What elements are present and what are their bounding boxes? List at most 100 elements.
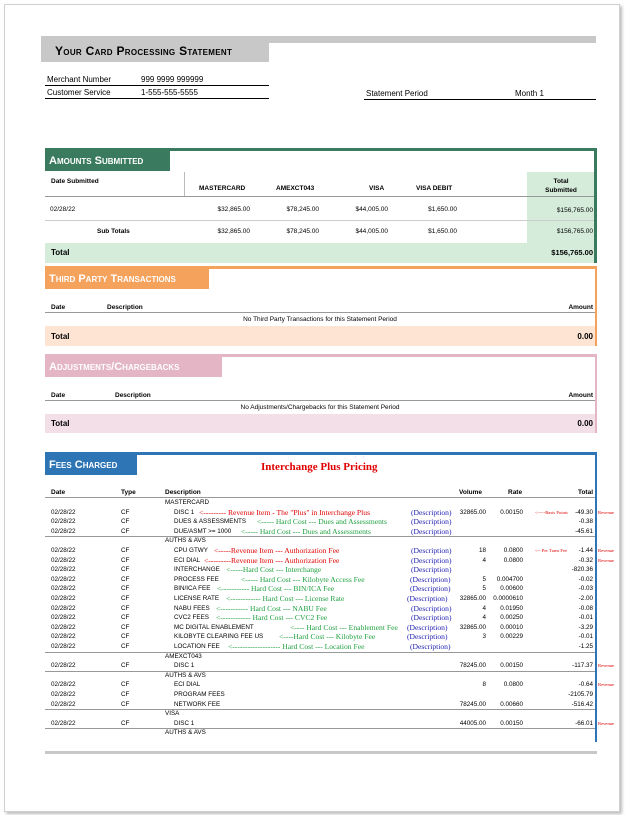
col-amexct043: AMEXCT043 bbox=[276, 185, 315, 192]
fees-group-row: AUTHS & AVS bbox=[45, 536, 595, 546]
amounts-total-value: $156,765.00 bbox=[551, 248, 593, 257]
merchant-number-value: 999 9999 999999 bbox=[141, 75, 204, 84]
fees-group-row: MASTERCARD bbox=[45, 498, 595, 508]
fees-row: 02/28/22 CF LICENSE RATE <------------ Hard… bbox=[45, 594, 595, 604]
fee-total: -3.29 bbox=[578, 623, 593, 631]
fee-total: -0.01 bbox=[578, 633, 593, 641]
third-party-right-rule bbox=[595, 266, 597, 346]
customer-service-value: 1-555-555-5555 bbox=[141, 88, 198, 97]
fees-col-volume: Volume bbox=[459, 489, 482, 496]
fee-total: -45.61 bbox=[575, 527, 593, 535]
amounts-right-rule bbox=[594, 148, 597, 263]
tp-total-value: 0.00 bbox=[577, 332, 593, 341]
fees-row: 02/28/22 CF NABU FEES <----------- Hard Cos… bbox=[45, 604, 595, 614]
fee-revenue-flag: Revenue bbox=[598, 720, 615, 726]
fees-row: 02/28/22 CF DISC 1 44005.00 0.00150 -66.01 Rev… bbox=[45, 719, 614, 729]
tp-total-bar bbox=[45, 326, 595, 346]
column-divider bbox=[184, 172, 185, 196]
row-mastercard: $32,865.00 bbox=[217, 206, 250, 213]
fees-col-rate: Rate bbox=[508, 489, 523, 496]
adj-total-value: 0.00 bbox=[577, 419, 593, 428]
adjustments-section-title: Adjustments/Chargebacks bbox=[45, 357, 222, 377]
fees-row: 02/28/22 CF DISC 1 78245.00 0.00150 -117.37 Re… bbox=[45, 661, 614, 671]
fees-group-row: AUTHS & AVS bbox=[45, 728, 595, 738]
page-bottom-rule bbox=[45, 751, 597, 754]
fee-revenue-flag: Revenue bbox=[598, 682, 615, 688]
fee-description: AUTHS & AVS bbox=[165, 729, 206, 737]
amounts-total-label: Total bbox=[51, 248, 70, 257]
fee-total: -0.08 bbox=[578, 604, 593, 612]
header-bottom-rule bbox=[269, 40, 596, 43]
merchant-number-label: Merchant Number bbox=[47, 75, 112, 84]
fee-total: -49.30 bbox=[575, 508, 593, 516]
subtotal-total: $156,765.00 bbox=[556, 228, 593, 235]
tp-col-date: Date bbox=[51, 304, 66, 311]
info-rule bbox=[45, 98, 269, 99]
col-visa: VISA bbox=[369, 185, 385, 192]
fees-col-total: Total bbox=[577, 489, 593, 496]
fee-total: -66.01 bbox=[575, 719, 593, 727]
pricing-note: Interchange Plus Pricing bbox=[261, 461, 378, 473]
subtotal-mastercard: $32,865.00 bbox=[217, 228, 250, 235]
fee-total: -0.38 bbox=[578, 518, 593, 526]
statement-title: Your Card Processing Statement bbox=[41, 40, 269, 62]
fees-col-date: Date bbox=[51, 489, 66, 496]
adj-col-date: Date bbox=[51, 392, 66, 399]
fee-total: -2105.79 bbox=[568, 691, 593, 698]
fee-total: -516.42 bbox=[571, 700, 593, 708]
fees-col-type: Type bbox=[121, 489, 136, 496]
fee-description: VISA bbox=[165, 710, 180, 718]
fee-description: MASTERCARD bbox=[165, 499, 210, 506]
statement-period-value: Month 1 bbox=[515, 89, 544, 98]
fee-total: -0.03 bbox=[578, 585, 593, 593]
fees-row: 02/28/22 CF ECI DIAL <---------Revenue Item… bbox=[45, 556, 614, 566]
fee-revenue-flag: Revenue bbox=[598, 509, 615, 515]
fees-row: 02/28/22 CF BIN/ICA FEE <----------- Hard C… bbox=[45, 584, 595, 594]
row-amex: $78,245.00 bbox=[286, 206, 319, 213]
col-total-submitted: Total Submitted bbox=[545, 178, 577, 194]
info-rule bbox=[364, 99, 596, 100]
fees-row: 02/28/22 CF LOCATION FEE <-----------------… bbox=[45, 642, 595, 652]
third-party-section-title: Third Party Transactions bbox=[45, 269, 209, 289]
col-mastercard: MASTERCARD bbox=[199, 185, 246, 192]
fees-group-row: VISA bbox=[45, 709, 595, 719]
fees-row: 02/28/22 CF PROGRAM FEES -2105.79 bbox=[45, 690, 595, 700]
fee-revenue-flag: Revenue bbox=[598, 548, 615, 553]
fee-side-note: <-- Per Trans Fee bbox=[535, 548, 568, 553]
col-date-submitted: Date Submitted bbox=[51, 178, 99, 185]
subtotal-amex: $78,245.00 bbox=[286, 228, 319, 235]
fee-description: AMEXCT043 bbox=[165, 652, 202, 660]
fee-total: -2.00 bbox=[578, 595, 593, 602]
subtotal-visa: $44,005.00 bbox=[355, 228, 388, 235]
fees-row: 02/28/22 CF CVC2 FEES <------------ Hard Co… bbox=[45, 613, 595, 623]
adj-total-label: Total bbox=[51, 419, 70, 428]
fee-total: -0.02 bbox=[578, 575, 593, 583]
customer-service-label: Customer Service bbox=[47, 88, 111, 97]
tp-empty-message: No Third Party Transactions for this Sta… bbox=[243, 316, 397, 323]
fees-row: 02/28/22 CF DUE/ASMT >= 1000 <----- Hard Co… bbox=[45, 527, 595, 537]
fee-total: -1.25 bbox=[578, 643, 593, 650]
fee-description: AUTHS & AVS bbox=[165, 671, 206, 679]
adj-total-bar bbox=[45, 414, 595, 433]
fee-description: AUTHS & AVS bbox=[165, 537, 206, 545]
adj-col-amount: Amount bbox=[568, 392, 593, 399]
subtotal-visa-debit: $1,650.00 bbox=[428, 228, 457, 235]
row-total: $156,765.00 bbox=[556, 207, 593, 214]
fee-revenue-flag: Revenue bbox=[598, 557, 615, 563]
fees-col-description: Description bbox=[165, 489, 201, 496]
adj-header-rule bbox=[45, 400, 595, 401]
header-rule bbox=[45, 196, 594, 197]
adj-col-description: Description bbox=[115, 392, 151, 399]
fee-total: -0.01 bbox=[578, 614, 593, 622]
fees-group-row: AMEXCT043 bbox=[45, 652, 595, 662]
info-rule bbox=[45, 85, 269, 86]
col-visa-debit: VISA DEBIT bbox=[416, 185, 453, 192]
statement-period-label: Statement Period bbox=[366, 89, 428, 98]
tp-col-description: Description bbox=[107, 304, 143, 311]
adjustments-right-rule bbox=[595, 354, 597, 433]
amounts-total-bar bbox=[45, 243, 594, 263]
fee-total: -820.36 bbox=[571, 566, 593, 574]
fees-row: 02/28/22 CF DISC 1 <--------- Revenue Item … bbox=[45, 508, 614, 518]
fee-revenue-flag: Revenue bbox=[598, 663, 615, 669]
tp-header-rule bbox=[45, 312, 595, 313]
